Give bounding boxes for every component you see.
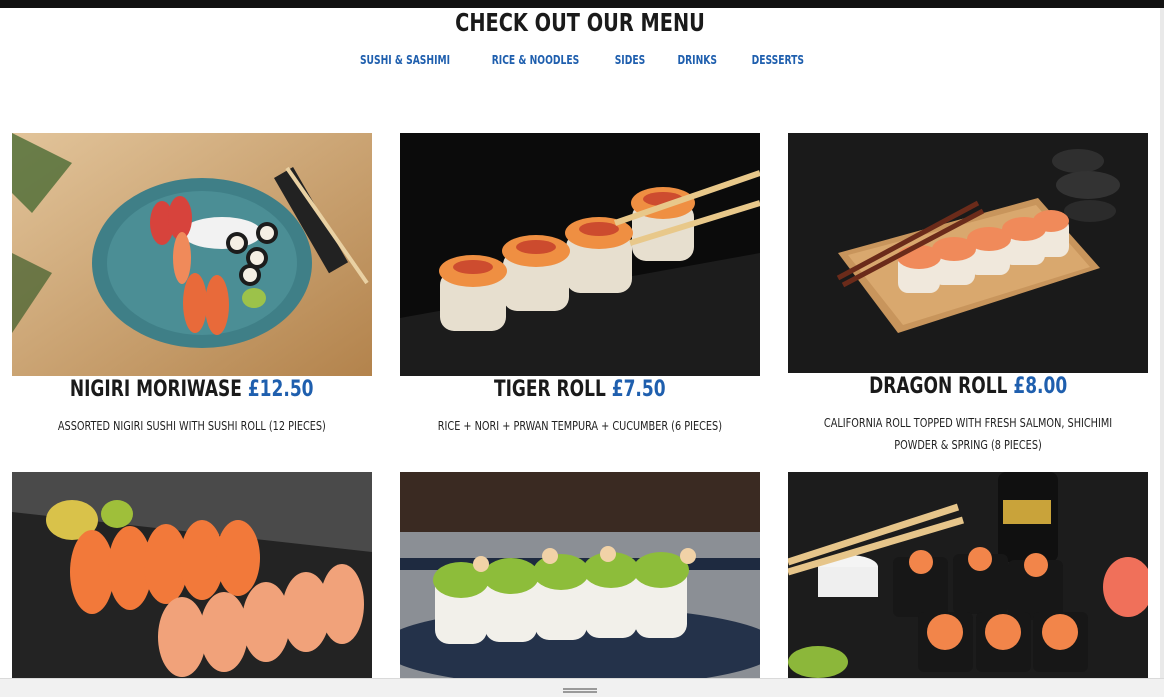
top-bar (0, 0, 1164, 8)
item-name: Nigiri Moriwase (70, 377, 243, 402)
nav-sushi-sashimi[interactable]: Sushi & Sashimi (359, 52, 449, 68)
item-description: California roll topped with fresh salmon… (823, 416, 1113, 452)
scrollbar[interactable] (1160, 8, 1164, 678)
drawer-handle-icon[interactable] (563, 688, 597, 693)
nav-drinks[interactable]: Drinks (678, 52, 718, 68)
item-title: Dragon Roll £8.00 (788, 373, 1148, 401)
tiger-roll-image[interactable] (400, 133, 760, 376)
item-name: Dragon Roll (868, 374, 1008, 399)
nav-sides[interactable]: Sides (615, 52, 646, 68)
item-description: Assorted nigiri sushi with sushi roll (1… (58, 419, 326, 433)
salmon-nigiri-image[interactable] (12, 472, 372, 678)
nigiri-moriwase-image[interactable] (12, 133, 372, 376)
item-name: Tiger Roll (494, 377, 607, 402)
menu-category-nav: Sushi & Sashimi Rice & Noodles Sides Dri… (0, 52, 1160, 68)
nav-desserts[interactable]: Desserts (751, 52, 803, 68)
avocado-roll-image[interactable] (400, 472, 760, 678)
item-description: Rice + nori + prwan tempura + cucumber (… (437, 419, 723, 433)
item-price: £8.00 (1013, 374, 1068, 399)
item-title: Nigiri Moriwase £12.50 (12, 376, 372, 404)
nav-rice-noodles[interactable]: Rice & Noodles (491, 52, 578, 68)
menu-heading: Check out our menu (455, 8, 705, 37)
item-price: £7.50 (611, 377, 666, 402)
item-price: £12.50 (248, 377, 314, 402)
dragon-roll-image[interactable] (788, 133, 1148, 373)
salmon-maki-image[interactable] (788, 472, 1148, 678)
item-title: Tiger Roll £7.50 (400, 376, 760, 404)
bottom-drawer-bar[interactable] (0, 678, 1164, 697)
